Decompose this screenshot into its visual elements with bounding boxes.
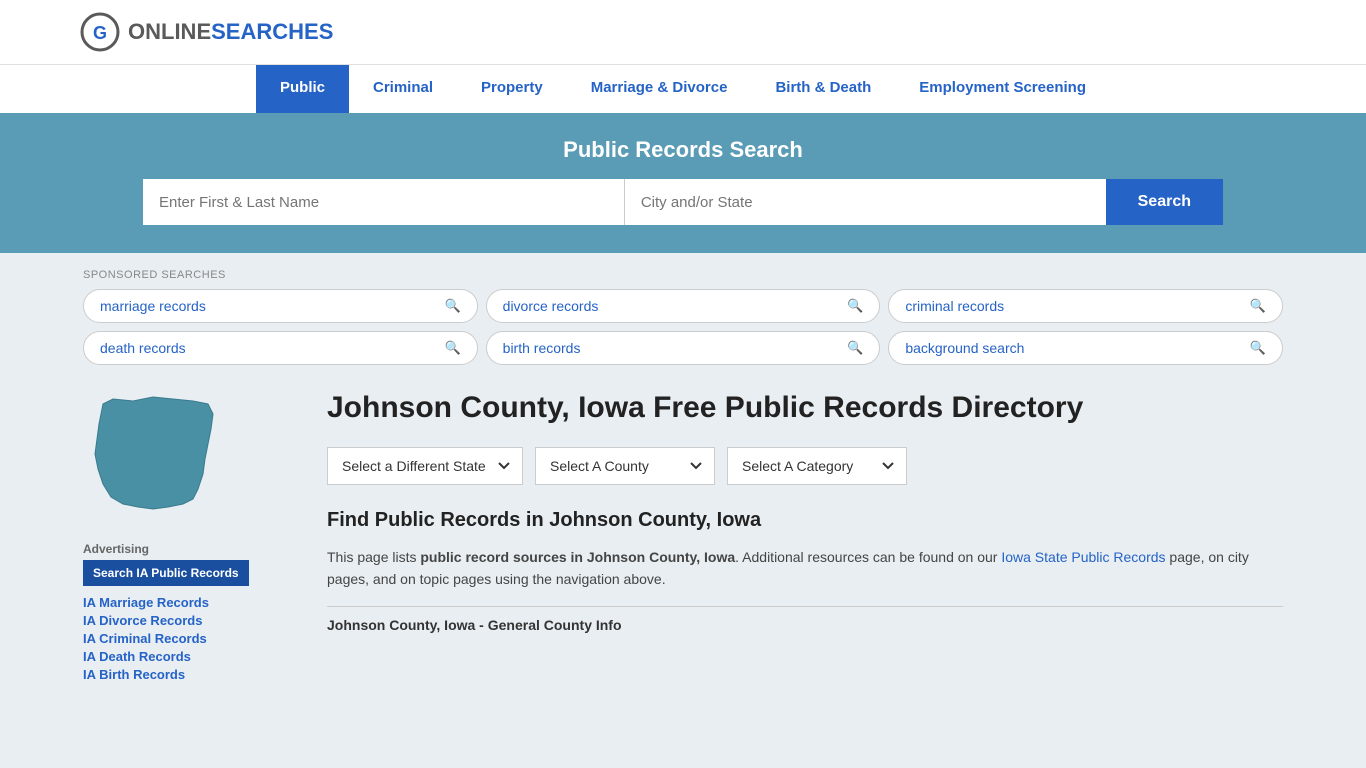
- page-title: Johnson County, Iowa Free Public Records…: [327, 389, 1283, 427]
- location-input[interactable]: [625, 179, 1106, 225]
- sidebar-link-criminal[interactable]: IA Criminal Records: [83, 630, 303, 646]
- sidebar-link-death[interactable]: IA Death Records: [83, 648, 303, 664]
- sidebar-links: IA Marriage Records IA Divorce Records I…: [83, 594, 303, 682]
- iowa-map-svg: [83, 389, 223, 519]
- main-layout: Advertising Search IA Public Records IA …: [83, 389, 1283, 684]
- logo-online: ONLINE: [128, 19, 211, 45]
- search-icon: 🔍: [1250, 298, 1266, 314]
- search-icon: 🔍: [444, 340, 460, 356]
- name-input[interactable]: [143, 179, 625, 225]
- logo[interactable]: G ONLINE SEARCHES: [80, 12, 333, 52]
- state-dropdown[interactable]: Select a Different State: [327, 447, 523, 485]
- main-content: Johnson County, Iowa Free Public Records…: [327, 389, 1283, 684]
- sponsored-pill-divorce-text: divorce records: [503, 298, 599, 314]
- sponsored-pill-divorce[interactable]: divorce records 🔍: [486, 289, 881, 323]
- county-dropdown[interactable]: Select A County: [535, 447, 715, 485]
- sponsored-section: SPONSORED SEARCHES marriage records 🔍 di…: [83, 269, 1283, 365]
- sponsored-pill-marriage-text: marriage records: [100, 298, 206, 314]
- main-nav: Public Criminal Property Marriage & Divo…: [0, 64, 1366, 113]
- sidebar-link-marriage[interactable]: IA Marriage Records: [83, 594, 303, 610]
- advertising-label: Advertising: [83, 542, 303, 556]
- nav-item-birth-death[interactable]: Birth & Death: [751, 65, 895, 113]
- desc-bold: public record sources in Johnson County,…: [420, 549, 735, 565]
- sidebar-link-birth[interactable]: IA Birth Records: [83, 666, 303, 682]
- hero-title: Public Records Search: [80, 137, 1286, 163]
- description-text: This page lists public record sources in…: [327, 546, 1283, 591]
- general-info-bar: Johnson County, Iowa - General County In…: [327, 606, 1283, 633]
- nav-item-property[interactable]: Property: [457, 65, 567, 113]
- logo-text: ONLINE SEARCHES: [128, 19, 333, 45]
- search-icon: 🔍: [1250, 340, 1266, 356]
- desc-mid: . Additional resources can be found on o…: [735, 549, 1001, 565]
- sponsored-pill-death-text: death records: [100, 340, 186, 356]
- desc-start: This page lists: [327, 549, 420, 565]
- nav-item-employment[interactable]: Employment Screening: [895, 65, 1110, 113]
- nav-item-public[interactable]: Public: [256, 65, 349, 113]
- sidebar-link-divorce[interactable]: IA Divorce Records: [83, 612, 303, 628]
- search-icon: 🔍: [847, 340, 863, 356]
- nav-item-criminal[interactable]: Criminal: [349, 65, 457, 113]
- svg-text:G: G: [93, 23, 107, 43]
- find-heading: Find Public Records in Johnson County, I…: [327, 509, 1283, 532]
- iowa-records-link[interactable]: Iowa State Public Records: [1001, 549, 1165, 565]
- logo-icon: G: [80, 12, 120, 52]
- sponsored-grid: marriage records 🔍 divorce records 🔍 cri…: [83, 289, 1283, 365]
- content-wrapper: SPONSORED SEARCHES marriage records 🔍 di…: [63, 253, 1303, 700]
- general-info-text: Johnson County, Iowa - General County In…: [327, 617, 622, 633]
- sponsored-pill-death[interactable]: death records 🔍: [83, 331, 478, 365]
- dropdowns-row: Select a Different State Select A County…: [327, 447, 1283, 485]
- sponsored-pill-criminal-text: criminal records: [905, 298, 1004, 314]
- search-bar: Search: [143, 179, 1223, 225]
- sponsored-pill-birth[interactable]: birth records 🔍: [486, 331, 881, 365]
- header: G ONLINE SEARCHES: [0, 0, 1366, 64]
- nav-item-marriage-divorce[interactable]: Marriage & Divorce: [567, 65, 752, 113]
- sponsored-pill-background[interactable]: background search 🔍: [888, 331, 1283, 365]
- sponsored-pill-marriage[interactable]: marriage records 🔍: [83, 289, 478, 323]
- sponsored-pill-background-text: background search: [905, 340, 1024, 356]
- sidebar-cta[interactable]: Search IA Public Records: [83, 560, 249, 586]
- state-map: [83, 389, 303, 522]
- search-button[interactable]: Search: [1106, 179, 1223, 225]
- category-dropdown[interactable]: Select A Category: [727, 447, 907, 485]
- logo-searches: SEARCHES: [211, 19, 333, 45]
- hero-section: Public Records Search Search: [0, 113, 1366, 253]
- search-icon: 🔍: [847, 298, 863, 314]
- main-area: SPONSORED SEARCHES marriage records 🔍 di…: [83, 269, 1283, 684]
- sponsored-pill-birth-text: birth records: [503, 340, 581, 356]
- sponsored-pill-criminal[interactable]: criminal records 🔍: [888, 289, 1283, 323]
- sidebar: Advertising Search IA Public Records IA …: [83, 389, 303, 684]
- search-icon: 🔍: [444, 298, 460, 314]
- sponsored-label: SPONSORED SEARCHES: [83, 269, 1283, 281]
